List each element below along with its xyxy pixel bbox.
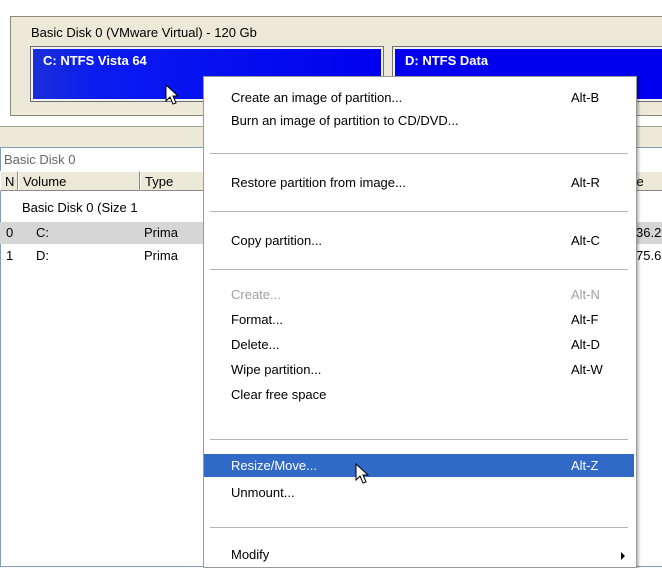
- disk-map-title: Basic Disk 0 (VMware Virtual) - 120 Gb: [31, 25, 257, 40]
- row-number: 1: [6, 248, 14, 263]
- menu-item-clear-free-space[interactable]: Clear free space: [204, 383, 634, 406]
- menu-separator: [210, 439, 628, 441]
- menu-item-resize-move[interactable]: Resize/Move... Alt-Z: [204, 454, 634, 477]
- menu-separator: [210, 269, 628, 271]
- menu-separator: [210, 211, 628, 213]
- partition-c-label: C: NTFS Vista 64: [43, 53, 147, 68]
- row-type: Prima: [144, 248, 178, 263]
- menu-item-burn-image[interactable]: Burn an image of partition to CD/DVD...: [204, 109, 634, 132]
- menu-item-create-image[interactable]: Create an image of partition... Alt-B: [204, 86, 634, 109]
- menu-item-restore-partition[interactable]: Restore partition from image... Alt-R: [204, 171, 634, 194]
- volume-list-title: Basic Disk 0: [4, 152, 76, 167]
- row-volume: C:: [36, 225, 49, 240]
- menu-item-delete[interactable]: Delete... Alt-D: [204, 333, 634, 356]
- menu-item-format[interactable]: Format... Alt-F: [204, 308, 634, 331]
- menu-item-modify[interactable]: Modify: [204, 543, 634, 566]
- row-free: 75.6: [636, 248, 662, 263]
- mouse-cursor-icon: [165, 84, 180, 105]
- row-type: Prima: [144, 225, 178, 240]
- column-header-n[interactable]: N: [0, 171, 18, 191]
- row-free: 36.2: [636, 225, 662, 240]
- mouse-cursor-icon: [355, 463, 370, 484]
- menu-item-wipe-partition[interactable]: Wipe partition... Alt-W: [204, 358, 634, 381]
- row-volume: D:: [36, 248, 49, 263]
- submenu-arrow-icon: [621, 552, 625, 560]
- menu-separator: [210, 153, 628, 155]
- partition-d-label: D: NTFS Data: [405, 53, 489, 68]
- partition-context-menu: Create an image of partition... Alt-B Bu…: [203, 76, 637, 568]
- column-header-volume[interactable]: Volume: [18, 171, 140, 191]
- menu-item-unmount[interactable]: Unmount...: [204, 481, 634, 504]
- menu-item-create: Create... Alt-N: [231, 287, 600, 302]
- menu-item-copy-partition[interactable]: Copy partition... Alt-C: [204, 229, 634, 252]
- disk-group-label: Basic Disk 0 (Size 1: [22, 200, 138, 215]
- row-number: 0: [6, 225, 14, 240]
- menu-separator: [210, 527, 628, 529]
